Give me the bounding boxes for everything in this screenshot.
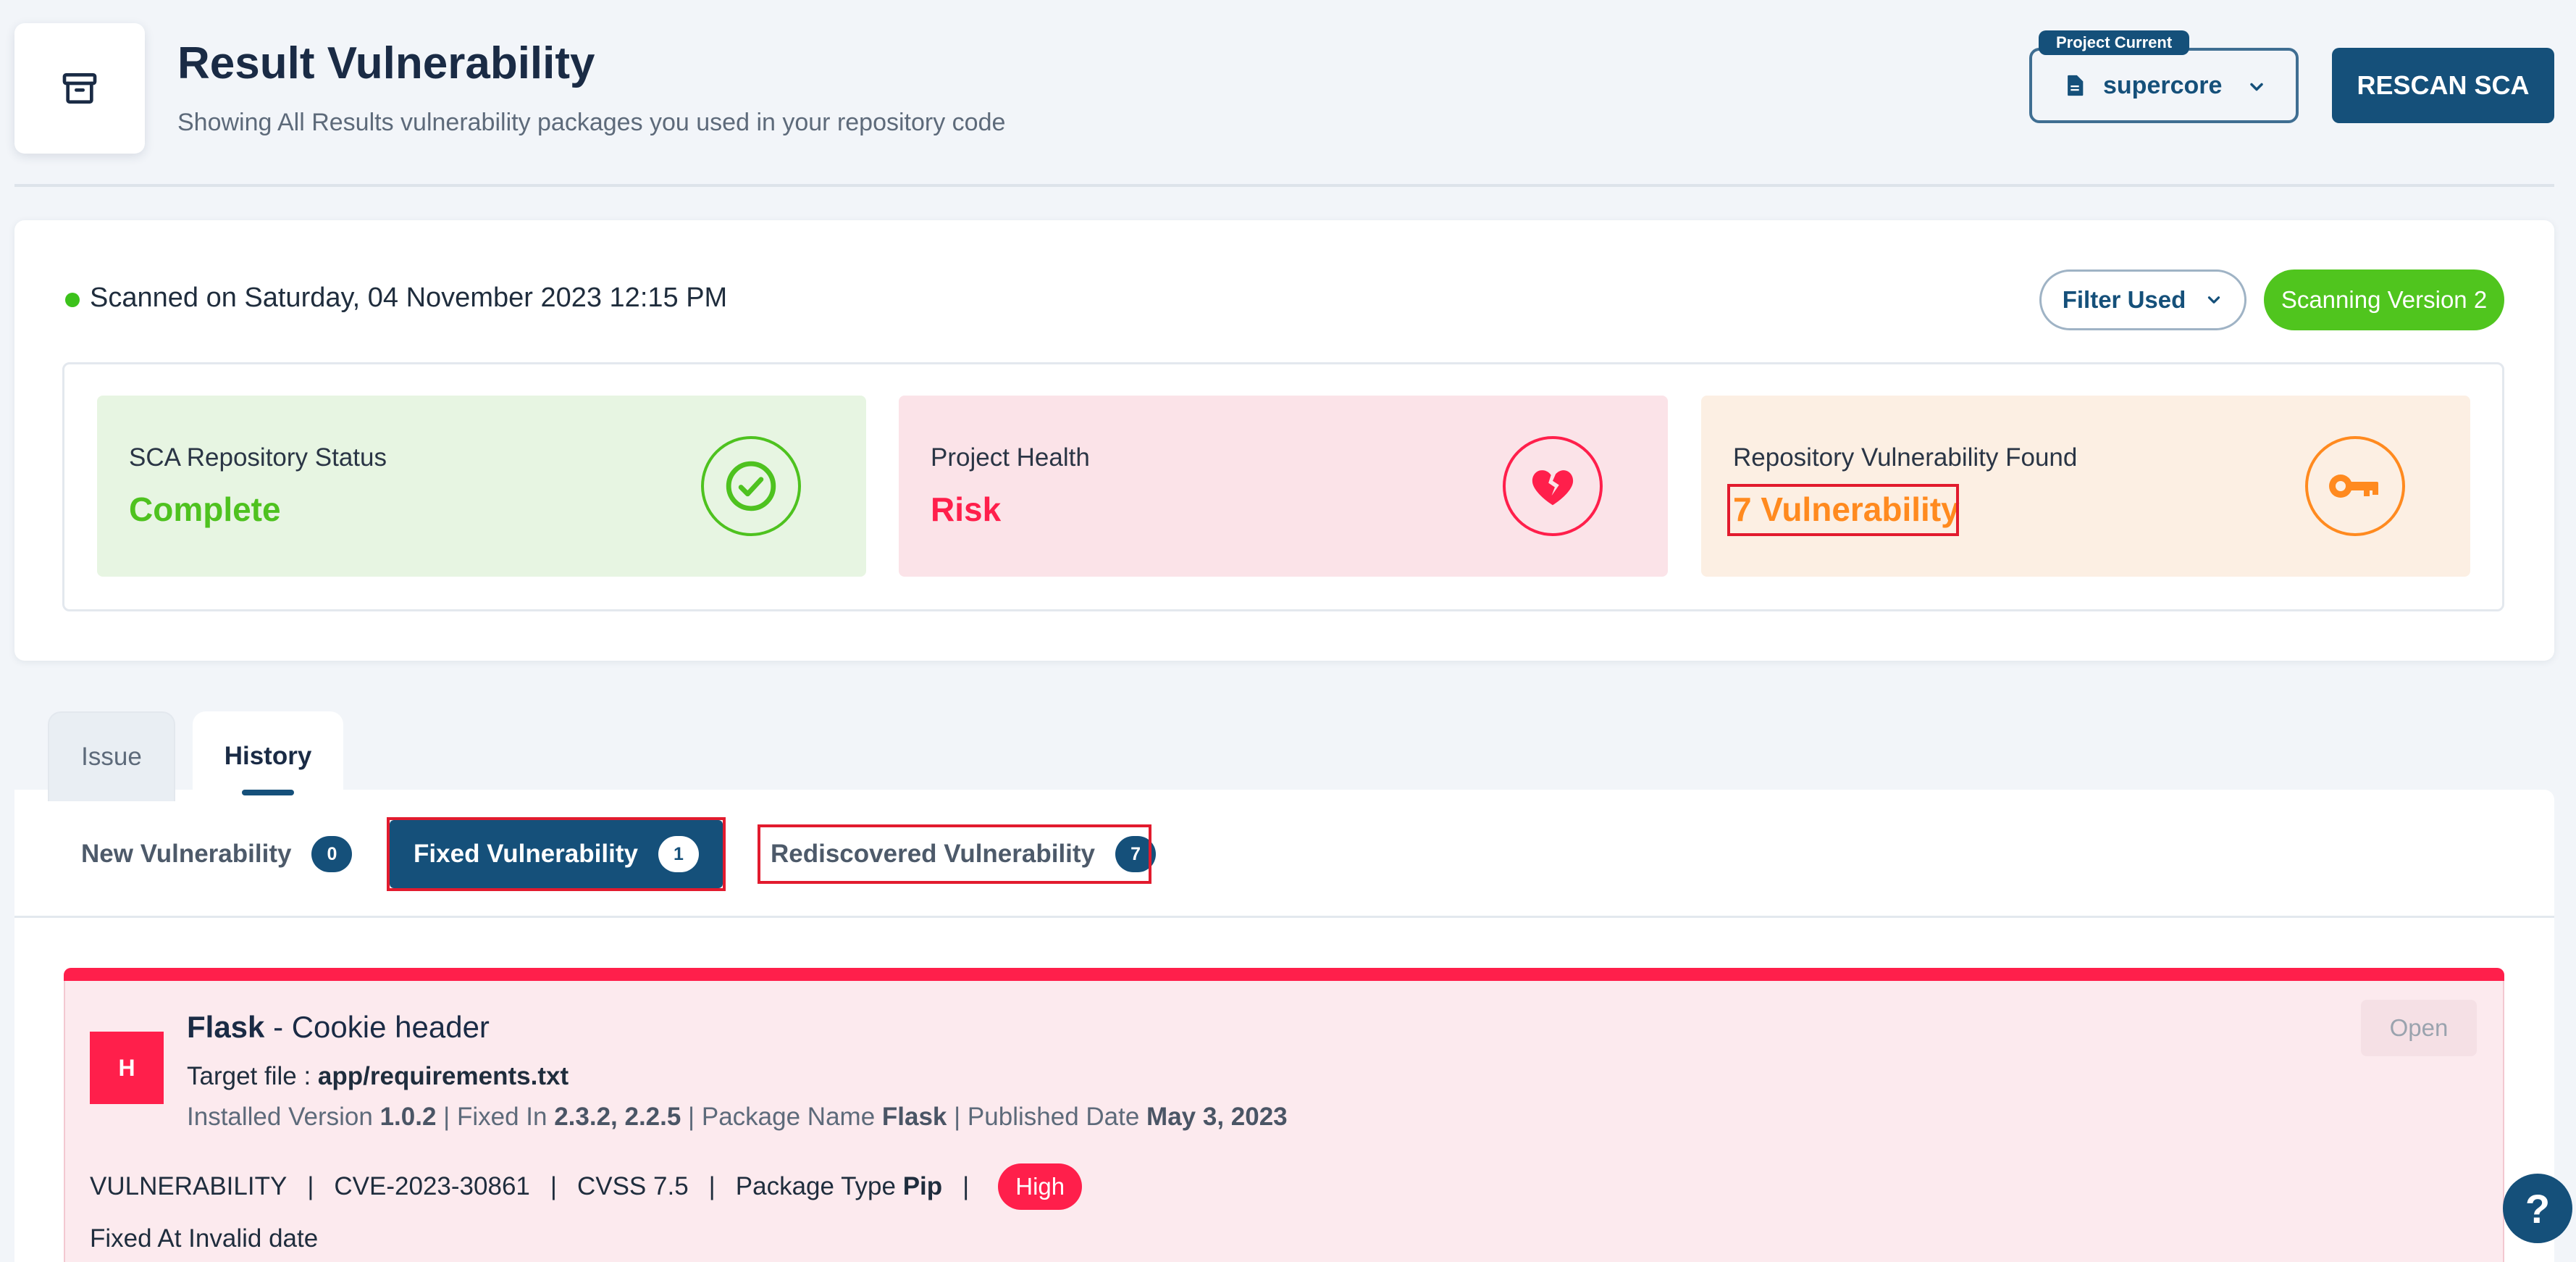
separator: | xyxy=(307,1172,314,1200)
check-circle-icon xyxy=(701,436,801,536)
separator: | xyxy=(550,1172,557,1200)
scanning-version-button[interactable]: Scanning Version 2 xyxy=(2264,269,2504,330)
separator: | xyxy=(962,1172,970,1200)
severity-bar xyxy=(64,968,2504,981)
highlight-box xyxy=(387,817,726,891)
stat-project-health: Project Health Risk xyxy=(899,396,1668,577)
rescan-sca-button[interactable]: RESCAN SCA xyxy=(2332,48,2554,123)
fixed-at-text: Fixed At Invalid date xyxy=(90,1224,319,1253)
chevron-down-icon xyxy=(2208,296,2220,304)
package-name: Flask xyxy=(187,1010,265,1044)
stat-label: Repository Vulnerability Found xyxy=(1733,443,2078,472)
filter-used-label: Filter Used xyxy=(2062,286,2186,313)
subtab-label: New Vulnerability xyxy=(81,840,292,868)
cve-id: CVE-2023-30861 xyxy=(334,1172,530,1200)
published-label: | Published Date xyxy=(947,1103,1147,1131)
cvss-score: CVSS 7.5 xyxy=(576,1172,689,1200)
open-status-button[interactable]: Open xyxy=(2361,1000,2477,1056)
target-file-line: Target file : app/requirements.txt xyxy=(187,1062,569,1091)
fixed-in-versions: 2.3.2, 2.2.5 xyxy=(554,1103,681,1131)
active-tab-indicator xyxy=(242,790,294,795)
target-file: app/requirements.txt xyxy=(317,1062,569,1090)
vulnerability-title: Flask - Cookie header xyxy=(187,1010,490,1045)
file-icon xyxy=(2068,75,2084,96)
page-icon-box xyxy=(14,23,145,154)
header-divider xyxy=(14,184,2554,187)
subtab-new-vulnerability[interactable]: New Vulnerability 0 xyxy=(81,820,353,888)
stat-label: SCA Repository Status xyxy=(129,443,387,472)
vuln-type: VULNERABILITY xyxy=(90,1172,288,1200)
stat-label: Project Health xyxy=(931,443,1090,472)
package-type: Pip xyxy=(902,1172,943,1200)
vulnerability-tags: VULNERABILITY | CVE-2023-30861 | CVSS 7.… xyxy=(90,1163,1083,1210)
vulnerability-meta: Installed Version 1.0.2 | Fixed In 2.3.2… xyxy=(187,1103,1288,1132)
broken-heart-icon xyxy=(1503,436,1603,536)
fixed-in-label: | Fixed In xyxy=(436,1103,555,1131)
separator: | xyxy=(708,1172,716,1200)
key-icon xyxy=(2305,436,2405,536)
installed-version: 1.0.2 xyxy=(379,1103,437,1131)
severity-pill: High xyxy=(998,1163,1083,1210)
count-badge: 0 xyxy=(311,836,353,872)
vulnerability-name: - Cookie header xyxy=(264,1010,490,1044)
project-current-tag: Project Current xyxy=(2039,30,2190,55)
published-date: May 3, 2023 xyxy=(1146,1103,1288,1131)
package-name-value: Flask xyxy=(881,1103,947,1131)
scan-status-dot xyxy=(65,293,80,307)
archive-icon xyxy=(62,73,97,104)
highlight-box xyxy=(758,824,1151,884)
project-name: supercore xyxy=(2103,71,2223,99)
stat-vulnerabilities-found: Repository Vulnerability Found 7 Vulnera… xyxy=(1701,396,2470,577)
package-type-label: Package Type xyxy=(735,1172,896,1200)
tab-issue[interactable]: Issue xyxy=(48,711,175,801)
tab-history[interactable]: History xyxy=(193,711,343,801)
highlight-box xyxy=(1727,484,1959,536)
stat-value: Complete xyxy=(129,490,281,528)
severity-letter-badge: H xyxy=(90,1032,164,1104)
project-select[interactable]: supercore xyxy=(2029,48,2299,123)
target-file-label: Target file : xyxy=(187,1062,318,1090)
help-button[interactable]: ? xyxy=(2503,1174,2572,1243)
chevron-down-icon xyxy=(2250,83,2263,91)
filter-used-button[interactable]: Filter Used xyxy=(2039,269,2246,330)
package-name-label: | Package Name xyxy=(681,1103,882,1131)
page-subtitle: Showing All Results vulnerability packag… xyxy=(177,109,1006,136)
page-title: Result Vulnerability xyxy=(177,38,595,88)
stat-repository-status: SCA Repository Status Complete xyxy=(97,396,866,577)
scanned-on-text: Scanned on Saturday, 04 November 2023 12… xyxy=(90,283,728,313)
stat-value: Risk xyxy=(931,490,1002,528)
subtabs-divider xyxy=(14,916,2554,918)
installed-label: Installed Version xyxy=(187,1103,380,1131)
